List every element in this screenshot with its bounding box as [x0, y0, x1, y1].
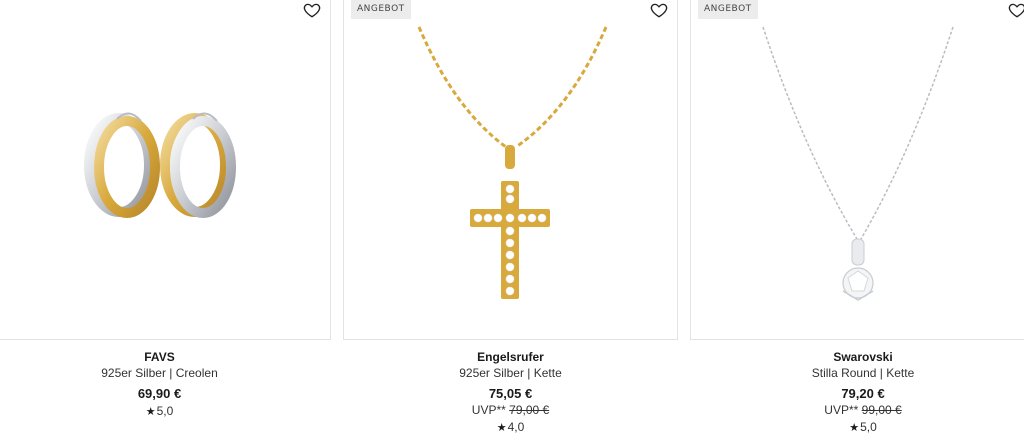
product-price: 75,05 €	[488, 386, 533, 401]
product-info: Engelsrufer 925er Silber | Kette 75,05 €…	[343, 350, 678, 436]
product-rating: ★5,0	[690, 420, 1024, 436]
uvp-price: 99,00 €	[861, 403, 902, 417]
product-price: 79,20 €	[841, 386, 885, 401]
uvp-label: UVP**	[824, 403, 859, 417]
cross-necklace-image	[417, 26, 608, 299]
star-icon: ★	[496, 422, 507, 434]
hoop-earrings-image	[84, 112, 236, 218]
product-info: Swarovski Stilla Round | Kette 79,20 € U…	[690, 350, 1024, 436]
product-rating: ★4,0	[343, 420, 678, 436]
product-description[interactable]: 925er Silber | Creolen	[0, 366, 331, 381]
offer-badge: ANGEBOT	[698, 0, 758, 19]
product-price: 69,90 €	[137, 386, 182, 401]
product-image-box[interactable]: ANGEBOT	[343, 0, 678, 340]
offer-badge: ANGEBOT	[351, 0, 411, 19]
heart-icon[interactable]	[303, 1, 321, 19]
product-image-box[interactable]: ANGEBOT	[690, 0, 1024, 340]
heart-icon[interactable]	[650, 1, 668, 19]
rating-value: 5,0	[860, 420, 877, 434]
product-card[interactable]: ANGEBOT Swarovski Stilla Round | Kette 7…	[690, 0, 1024, 441]
pendant-necklace-image	[762, 26, 954, 301]
uvp-label: UVP**	[471, 403, 506, 417]
rating-value: 5,0	[156, 404, 174, 418]
product-uvp: UVP** 79,00 €	[343, 403, 678, 418]
product-info: FAVS 925er Silber | Creolen 69,90 € ★5,0	[0, 350, 331, 420]
rating-value: 4,0	[507, 420, 525, 434]
product-uvp: UVP** 99,00 €	[690, 403, 1024, 418]
heart-icon[interactable]	[1008, 1, 1024, 19]
product-image-box[interactable]	[0, 0, 331, 340]
product-card[interactable]: FAVS 925er Silber | Creolen 69,90 € ★5,0	[0, 0, 331, 441]
product-description[interactable]: 925er Silber | Kette	[343, 366, 678, 381]
product-card[interactable]: ANGEBOT Engelsrufer 925er Silber | Kette…	[343, 0, 678, 441]
product-rating: ★5,0	[0, 404, 331, 420]
product-brand[interactable]: Swarovski	[690, 350, 1024, 365]
star-icon: ★	[849, 422, 860, 434]
star-icon: ★	[145, 406, 156, 418]
uvp-price: 79,00 €	[509, 403, 550, 417]
product-description[interactable]: Stilla Round | Kette	[690, 366, 1024, 381]
product-grid: FAVS 925er Silber | Creolen 69,90 € ★5,0	[0, 0, 1024, 441]
product-brand[interactable]: FAVS	[0, 350, 331, 365]
product-brand[interactable]: Engelsrufer	[343, 350, 678, 365]
